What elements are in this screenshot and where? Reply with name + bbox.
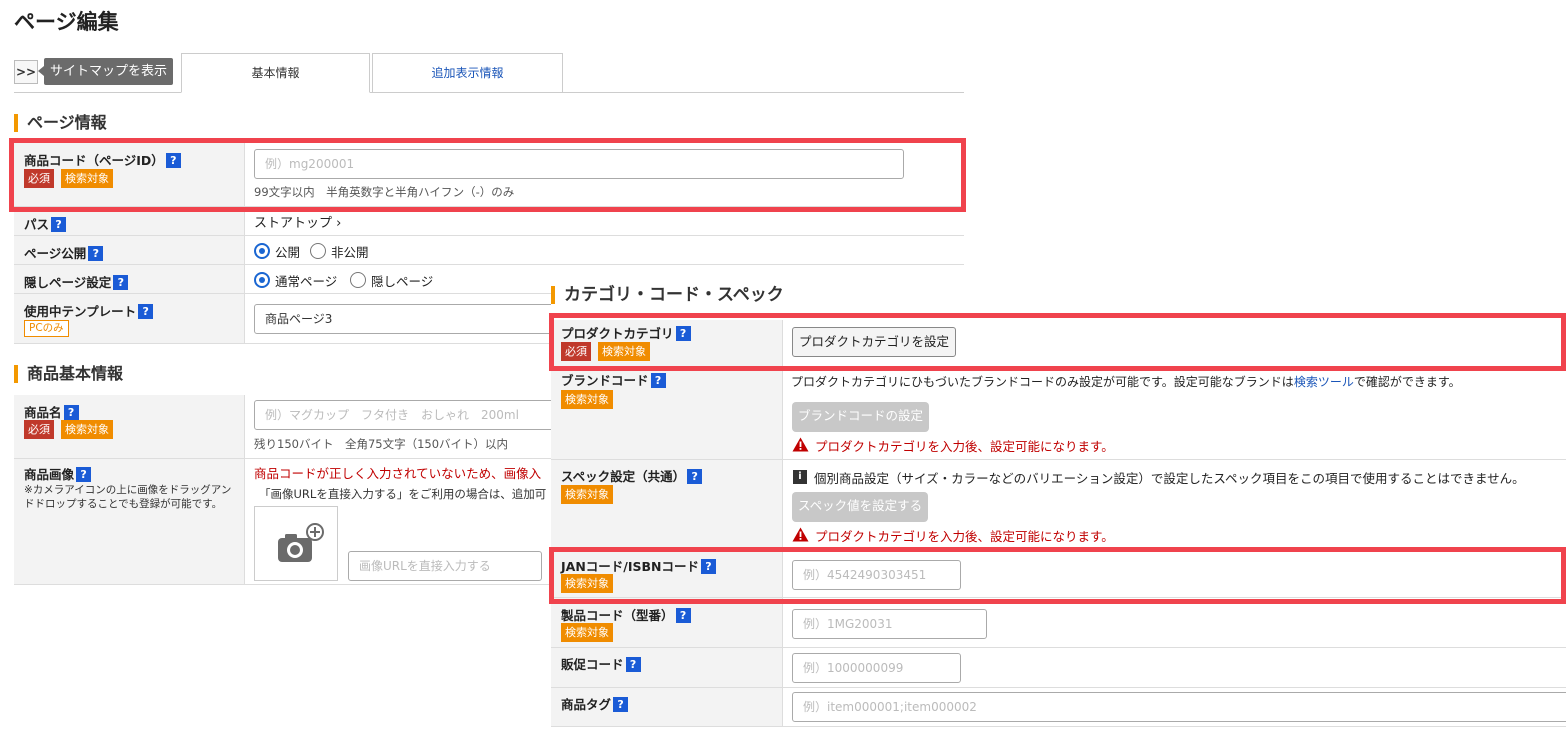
- brand-code-label-text: ブランドコード: [561, 373, 649, 388]
- search-target-badge: 検索対象: [61, 420, 113, 439]
- image-url-input[interactable]: 画像URLを直接入力する: [348, 551, 542, 581]
- search-tool-link[interactable]: 検索ツール: [1294, 375, 1354, 389]
- warning-icon: [792, 527, 809, 542]
- help-icon[interactable]: ?: [650, 373, 666, 388]
- row-model-code: 製品コード（型番）? 検索対象 例）1MG20031: [551, 598, 1566, 648]
- product-tag-label-text: 商品タグ: [561, 697, 612, 712]
- hidden-option-hidden: 隠しページ: [371, 274, 434, 289]
- help-icon[interactable]: ?: [675, 608, 691, 623]
- row-publish: ページ公開? 公開 非公開: [14, 236, 964, 265]
- sitemap-tooltip: サイトマップを表示: [37, 58, 174, 85]
- label-cell: 商品名? 必須 検索対象: [14, 395, 245, 458]
- brand-code-description: プロダクトカテゴリにひもづいたブランドコードのみ設定が可能です。設定可能なブラン…: [791, 373, 1461, 390]
- promo-code-label-text: 販促コード: [561, 657, 624, 672]
- row-promo-code: 販促コード? 例）1000000099: [551, 648, 1566, 688]
- required-badge: 必須: [24, 420, 54, 439]
- spec-info-text: 個別商品設定（サイズ・カラーなどのバリエーション設定）で設定したスペック項目をこ…: [814, 471, 1525, 486]
- template-label-text: 使用中テンプレート: [24, 304, 137, 319]
- set-spec-values-button[interactable]: スペック値を設定する: [792, 492, 929, 522]
- label-cell: 使用中テンプレート? PCのみ: [14, 294, 245, 343]
- publish-label-text: ページ公開: [24, 246, 87, 261]
- help-icon[interactable]: ?: [625, 657, 641, 672]
- path-label: パス?: [24, 214, 67, 233]
- help-icon[interactable]: ?: [63, 405, 79, 420]
- spec-warning: プロダクトカテゴリを入力後、設定可能になります。: [815, 529, 1114, 544]
- image-upload-dropzone[interactable]: [254, 506, 338, 581]
- label-cell: ページ公開?: [14, 236, 245, 264]
- publish-option-private: 非公開: [331, 245, 369, 260]
- section-heading-product-basic: 商品基本情報: [14, 365, 123, 383]
- publish-radio-private[interactable]: [310, 243, 326, 259]
- hidden-page-label-text: 隠しページ設定: [24, 275, 112, 290]
- row-brand-code: ブランドコード? 検索対象 プロダクトカテゴリにひもづいたブランドコードのみ設定…: [551, 367, 1566, 460]
- highlight-box-product-category: [549, 313, 1566, 371]
- label-cell: 隠しページ設定?: [14, 265, 245, 293]
- help-icon[interactable]: ?: [687, 469, 703, 484]
- promo-code-input[interactable]: 例）1000000099: [792, 653, 961, 683]
- brand-code-label: ブランドコード?: [561, 370, 666, 389]
- tab-additional-info[interactable]: 追加表示情報: [372, 53, 563, 93]
- hidden-radio-normal[interactable]: [254, 272, 270, 288]
- search-target-badge: 検索対象: [561, 485, 613, 504]
- template-label: 使用中テンプレート?: [24, 301, 154, 320]
- brand-code-warning: プロダクトカテゴリを入力後、設定可能になります。: [815, 439, 1114, 454]
- help-icon[interactable]: ?: [113, 275, 129, 290]
- model-code-input[interactable]: 例）1MG20031: [792, 609, 987, 639]
- help-icon[interactable]: ?: [88, 246, 104, 261]
- help-icon[interactable]: ?: [138, 304, 154, 319]
- help-icon[interactable]: ?: [613, 697, 629, 712]
- product-name-label-text: 商品名: [24, 405, 62, 420]
- product-image-label-text: 商品画像: [24, 467, 75, 482]
- help-icon[interactable]: ?: [51, 217, 67, 232]
- row-spec: スペック設定（共通）? 検索対象 i 個別商品設定（サイズ・カラーなどのバリエー…: [551, 460, 1566, 549]
- brand-code-settings-button[interactable]: ブランドコードの設定: [792, 402, 930, 432]
- model-code-label: 製品コード（型番）?: [561, 605, 691, 624]
- pc-only-badge: PCのみ: [24, 320, 69, 337]
- publish-radio-public[interactable]: [254, 243, 270, 259]
- path-breadcrumb[interactable]: ストアトップ ›: [254, 212, 341, 231]
- model-code-label-text: 製品コード（型番）: [561, 608, 674, 623]
- product-image-error: 商品コードが正しく入力されていないため、画像入: [254, 466, 542, 481]
- label-cell: 商品タグ?: [551, 688, 783, 726]
- hidden-radio-hidden[interactable]: [350, 272, 366, 288]
- info-icon: i: [793, 470, 807, 484]
- help-icon[interactable]: ?: [76, 467, 92, 482]
- tab-basic-info[interactable]: 基本情報: [181, 53, 370, 93]
- hidden-option-normal: 通常ページ: [275, 274, 338, 289]
- product-image-label: 商品画像?: [24, 464, 92, 483]
- search-target-badge: 検索対象: [561, 390, 613, 409]
- row-product-tag: 商品タグ? 例）item000001;item000002: [551, 688, 1566, 727]
- sitemap-toggle-button[interactable]: >>: [14, 60, 38, 84]
- label-cell: 商品画像? ※カメラアイコンの上に画像をドラッグアンドドロップすることでも登録が…: [14, 459, 245, 584]
- brand-code-desc-tail: で確認ができます。: [1353, 375, 1461, 389]
- label-cell: ブランドコード? 検索対象: [551, 367, 783, 459]
- product-tag-input[interactable]: 例）item000001;item000002: [792, 692, 1566, 722]
- product-image-note: 「画像URLを直接入力する」をご利用の場合は、追加可: [259, 487, 547, 501]
- page-title: ページ編集: [14, 10, 119, 34]
- warning-icon: [792, 437, 809, 452]
- product-name-label: 商品名?: [24, 402, 79, 421]
- brand-code-desc-text: プロダクトカテゴリにひもづいたブランドコードのみ設定が可能です。設定可能なブラン…: [791, 375, 1294, 389]
- path-label-text: パス: [24, 217, 50, 232]
- label-cell: 販促コード?: [551, 648, 783, 687]
- spec-label-text: スペック設定（共通）: [561, 469, 686, 484]
- label-cell: スペック設定（共通）? 検索対象: [551, 460, 783, 548]
- highlight-box-jan-code: [549, 547, 1566, 604]
- section-heading-category-spec: カテゴリ・コード・スペック: [551, 286, 784, 304]
- spec-label: スペック設定（共通）?: [561, 466, 703, 485]
- label-cell: 製品コード（型番）? 検索対象: [551, 598, 783, 647]
- hidden-page-label: 隠しページ設定?: [24, 272, 129, 291]
- publish-option-public: 公開: [275, 245, 301, 260]
- product-tag-label: 商品タグ?: [561, 694, 629, 713]
- highlight-box-product-code: [9, 138, 966, 212]
- promo-code-label: 販促コード?: [561, 654, 641, 673]
- publish-label: ページ公開?: [24, 243, 104, 262]
- product-name-note: 残り150バイト 全角75文字（150バイト）以内: [254, 437, 509, 451]
- search-target-badge: 検索対象: [561, 623, 613, 642]
- section-heading-page-info: ページ情報: [14, 114, 107, 132]
- product-image-help-text: ※カメラアイコンの上に画像をドラッグアンドドロップすることでも登録が可能です。: [24, 484, 232, 510]
- camera-plus-icon[interactable]: [255, 507, 339, 582]
